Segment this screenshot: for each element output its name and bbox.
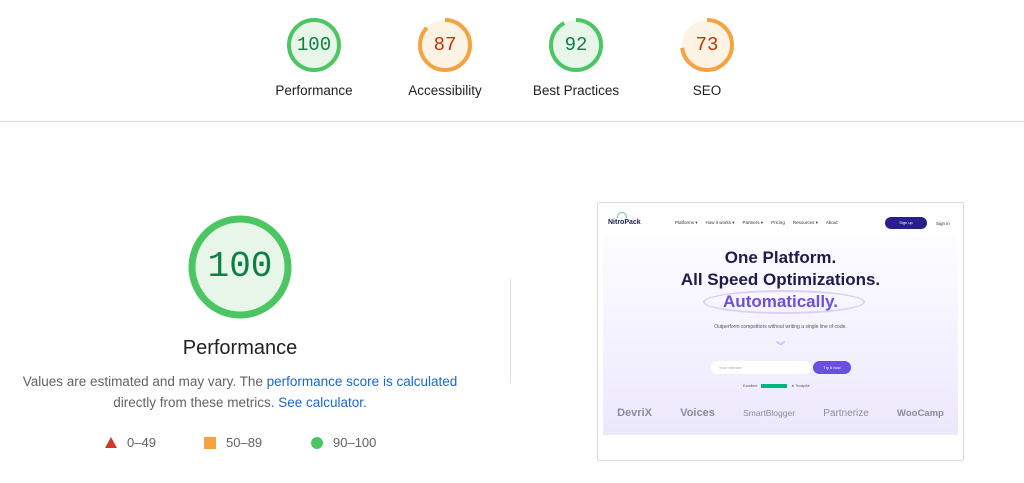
legend-pass-label: 90–100 [333, 435, 377, 450]
site-nav: NitroPack Platforms ▾ How it works ▾ Par… [603, 208, 958, 236]
site-brand-logos: DevriX Voices SmartBlogger Partnerize Wo… [603, 407, 958, 419]
site-menu-item: Resources ▾ [792, 220, 818, 225]
site-menu-item: Partners ▾ [742, 220, 764, 225]
score-calculation-link[interactable]: performance score is calculated [267, 374, 458, 389]
gauge-seo[interactable]: 73 SEO [652, 17, 762, 98]
red-triangle-icon [105, 437, 117, 448]
legend-average: 50–89 [204, 435, 262, 450]
performance-title: Performance [182, 337, 298, 359]
legend-pass: 90–100 [311, 435, 376, 450]
site-headline: All Speed Optimizations. [680, 270, 881, 289]
chevron-down-icon: ︾ [776, 341, 786, 351]
gauge-accessibility[interactable]: 87 Accessibility [390, 17, 500, 98]
gauge-ring: 87 [417, 17, 473, 73]
brand-logo: Voices [680, 407, 715, 419]
site-cta-button: Try it now [813, 361, 851, 374]
brand-logo: SmartBlogger [743, 408, 796, 418]
performance-gauge: 100 [187, 214, 293, 320]
gauge-ring: 100 [286, 17, 342, 73]
rating-stars-icon [761, 384, 788, 388]
brand-logo: Partnerize [823, 407, 869, 419]
gauge-ring: 92 [548, 17, 604, 73]
legend-fail: 0–49 [105, 435, 156, 450]
description-text: Values are estimated and may vary. The [22, 374, 267, 389]
orange-square-icon [204, 436, 216, 449]
site-menu: Platforms ▾ How it works ▾ Partners ▾ Pr… [675, 220, 838, 226]
website-screenshot: NitroPack Platforms ▾ How it works ▾ Par… [603, 208, 958, 435]
site-menu-item: About [825, 220, 838, 225]
gauge-score: 87 [433, 34, 457, 56]
trust-label: Excellent [743, 384, 758, 388]
nitropack-logo-icon [617, 212, 627, 218]
site-headline-accent: Automatically. [723, 292, 838, 311]
gauge-ring: 73 [679, 17, 735, 73]
see-calculator-link[interactable]: See calculator. [278, 395, 367, 410]
site-subtitle: Outperform competitors without writing a… [714, 324, 847, 330]
legend-fail-label: 0–49 [127, 435, 156, 450]
site-logo: NitroPack [608, 219, 641, 226]
final-screenshot: NitroPack Platforms ▾ How it works ▾ Par… [597, 202, 964, 461]
gauge-best-practices[interactable]: 92 Best Practices [521, 17, 631, 98]
gauge-label: SEO [692, 83, 722, 98]
gauge-label: Performance [275, 83, 353, 98]
description-text: directly from these metrics. [113, 395, 279, 410]
gauge-score: 92 [564, 34, 588, 56]
site-trust-rating: Excellent ★ Trustpilot [743, 384, 810, 388]
site-url-input: Your website [711, 361, 811, 374]
performance-description: Values are estimated and may vary. The p… [20, 371, 460, 413]
performance-score: 100 [207, 246, 273, 287]
site-signup-button: Sign up [885, 217, 927, 229]
brand-logo: DevriX [617, 407, 652, 419]
legend-average-label: 50–89 [226, 435, 263, 450]
site-menu-item: Pricing [771, 220, 785, 225]
site-menu-item: How it works ▾ [705, 220, 735, 225]
brand-logo: WooCamp [897, 407, 944, 419]
gauge-label: Best Practices [532, 83, 620, 98]
gauge-score: 73 [695, 34, 719, 56]
site-signin-link: Sign in [936, 221, 950, 226]
gauge-score: 100 [296, 34, 332, 56]
lighthouse-report: 100 Performance 87 Accessibility 92 Best… [0, 0, 1024, 483]
gauge-label: Accessibility [408, 83, 482, 98]
green-circle-icon [311, 436, 323, 449]
site-headline: One Platform. [724, 248, 837, 267]
score-summary: 100 Performance 87 Accessibility 92 Best… [0, 0, 1024, 122]
gauge-performance[interactable]: 100 Performance [259, 17, 369, 98]
section-divider [510, 279, 511, 383]
site-menu-item: Platforms ▾ [675, 220, 698, 225]
trust-brand: ★ Trustpilot [791, 384, 810, 388]
